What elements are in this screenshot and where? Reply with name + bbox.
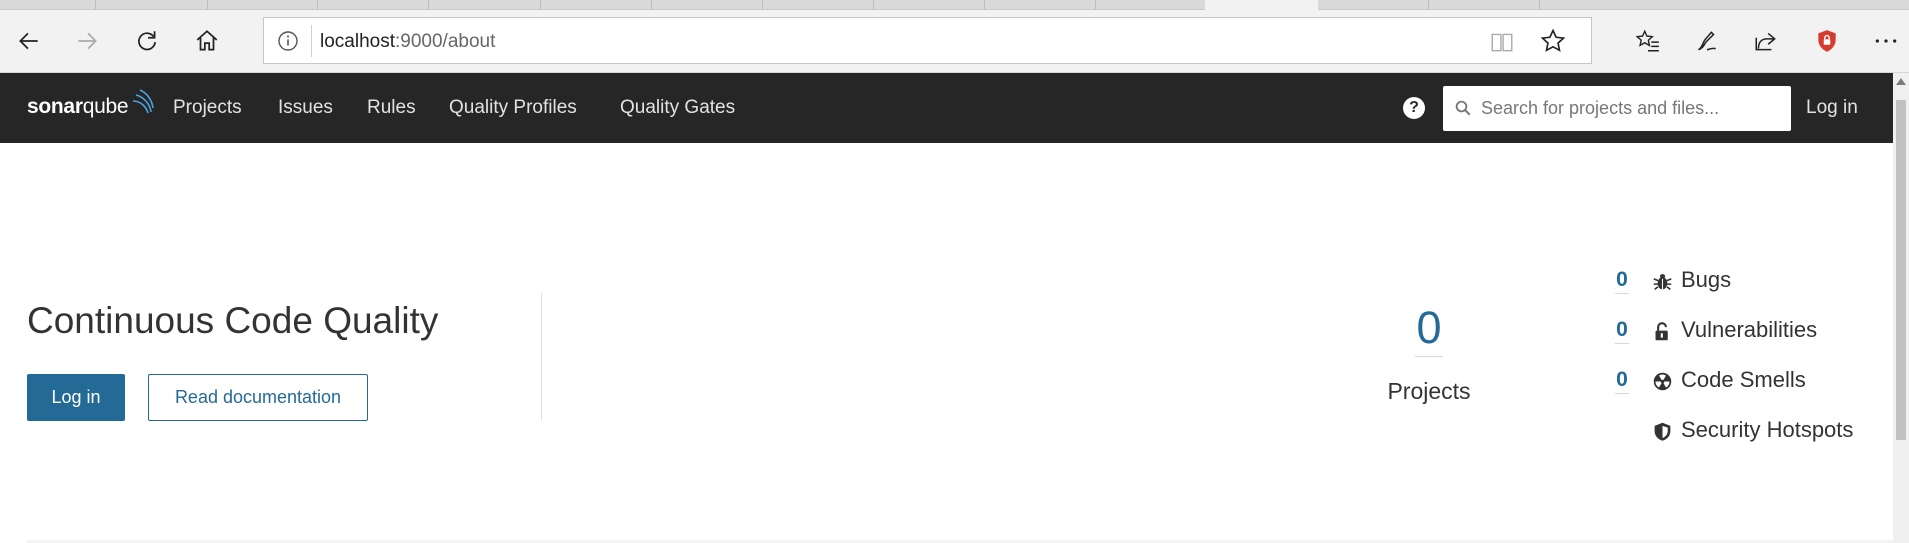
pen-icon[interactable] [1690, 24, 1724, 58]
bug-icon [1653, 274, 1672, 291]
projects-label: Projects [1387, 378, 1471, 404]
bugs-label: Bugs [1681, 267, 1732, 292]
top-navigation: sonarqube Projects Issues Rules Quality … [0, 73, 1893, 143]
code-smells-count[interactable]: 0 [1610, 368, 1634, 394]
nav-quality-gates[interactable]: Quality Gates [620, 97, 735, 119]
refresh-icon[interactable] [130, 24, 164, 58]
page-title: Continuous Code Quality [27, 300, 439, 341]
more-icon[interactable] [1869, 24, 1903, 58]
code-smells-label: Code Smells [1681, 367, 1806, 392]
browser-toolbar: localhost:9000/about [0, 10, 1909, 73]
url-text[interactable]: localhost:9000/about [320, 31, 495, 53]
nav-quality-profiles[interactable]: Quality Profiles [449, 97, 577, 119]
lock-icon [1655, 322, 1668, 341]
projects-count[interactable]: 0 [1394, 302, 1464, 357]
code-smell-icon [1653, 372, 1672, 391]
scrollbar-thumb[interactable] [1896, 100, 1906, 440]
favorite-star-icon[interactable] [1539, 27, 1567, 55]
search-icon [1455, 100, 1471, 116]
vulnerabilities-label: Vulnerabilities [1681, 317, 1818, 342]
address-bar[interactable]: localhost:9000/about [263, 17, 1592, 64]
home-icon[interactable] [190, 24, 224, 58]
share-icon[interactable] [1749, 24, 1783, 58]
security-extension-icon[interactable] [1810, 24, 1844, 58]
read-documentation-button[interactable]: Read documentation [148, 374, 368, 421]
sonarqube-logo[interactable]: sonarqube [27, 89, 156, 125]
search-box[interactable] [1443, 86, 1791, 131]
scroll-up-icon[interactable] [1896, 78, 1906, 85]
favorites-list-icon[interactable] [1631, 24, 1665, 58]
info-icon[interactable] [276, 29, 300, 53]
login-button[interactable]: Log in [27, 374, 125, 421]
hero-divider [541, 293, 542, 421]
logo-waves-icon [133, 89, 155, 114]
active-tab[interactable] [1205, 0, 1318, 10]
nav-issues[interactable]: Issues [278, 97, 333, 119]
page-scrollbar[interactable] [1893, 73, 1909, 543]
reading-view-icon[interactable] [1489, 29, 1515, 55]
browser-tab-strip [0, 0, 1909, 10]
nav-projects[interactable]: Projects [173, 97, 242, 119]
security-hotspots-label: Security Hotspots [1681, 417, 1854, 442]
nav-login-link[interactable]: Log in [1806, 97, 1858, 119]
nav-rules[interactable]: Rules [367, 97, 416, 119]
help-icon[interactable]: ? [1403, 97, 1425, 119]
vulnerabilities-count[interactable]: 0 [1610, 318, 1634, 344]
back-icon[interactable] [12, 24, 46, 58]
forward-icon[interactable] [70, 24, 104, 58]
shield-icon [1654, 422, 1671, 441]
bugs-count[interactable]: 0 [1610, 268, 1634, 294]
search-input[interactable] [1481, 86, 1781, 131]
